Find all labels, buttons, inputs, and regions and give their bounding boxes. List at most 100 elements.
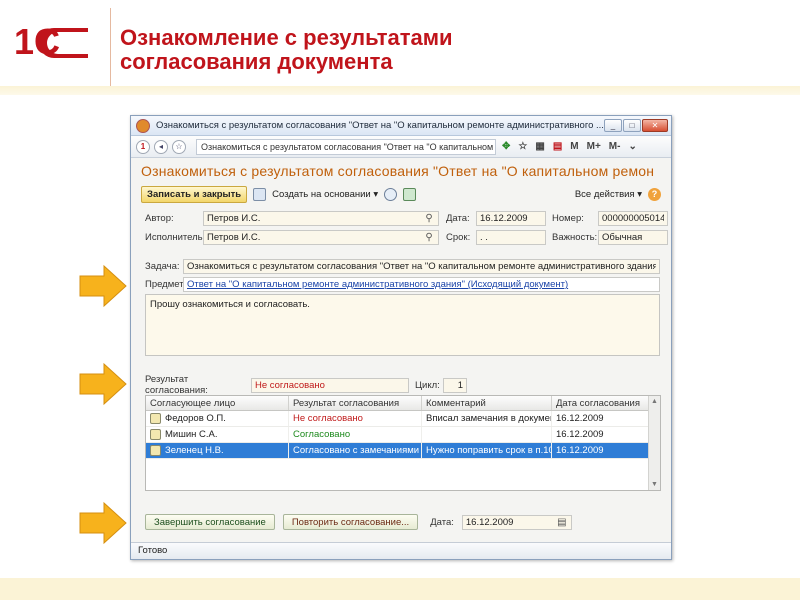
approver-name: Мишин С.А. [165,429,218,440]
1c-logo-icon: 1С [14,22,88,62]
all-actions-button[interactable]: Все действия ▾ [575,189,642,200]
help-icon[interactable]: ? [648,187,661,201]
column-header[interactable]: Дата согласования [552,396,649,410]
close-button[interactable]: ✕ [642,119,668,132]
approval-date: 16.12.2009 [552,427,649,442]
footer-row: Завершить согласование Повторить согласо… [145,514,572,530]
maximize-button[interactable]: □ [623,119,641,132]
result-row: Результат согласования: Не согласовано Ц… [145,374,467,396]
memory-plus-button[interactable]: M+ [587,141,601,152]
table-scrollbar[interactable]: ▲ ▼ [648,396,660,490]
slide-title-line2: согласования документа [120,49,393,74]
column-header[interactable]: Результат согласования [289,396,422,410]
minimize-button[interactable]: _ [604,119,622,132]
window-titlebar: Ознакомиться с результатом согласования … [131,116,671,136]
footer-date-field[interactable]: 16.12.2009 ▤ [461,514,572,530]
app-window: Ознакомиться с результатом согласования … [130,115,672,560]
result-value: Не согласовано [255,379,325,391]
approval-result: Согласовано с замечаниями [289,443,422,458]
date-field[interactable]: 16.12.2009 [476,211,546,226]
table-row-selected[interactable]: Зеленец Н.В. Согласовано с замечаниями Н… [146,443,660,459]
star-icon[interactable]: ☆ [172,139,186,154]
column-header[interactable]: Комментарий [422,396,552,410]
arrow-right-icon [79,362,127,406]
back-icon[interactable]: ◂ [154,139,168,154]
1c-menu-icon[interactable]: 1 [136,139,150,154]
scroll-down-icon[interactable]: ▼ [651,481,658,488]
cycle-label: Цикл: [415,379,440,391]
executor-value: Петров И.С. [207,232,261,243]
command-bar: Записать и закрыть Создать на основании … [131,183,671,205]
approval-comment [422,427,552,442]
favorites-icon[interactable]: ☆ [518,141,527,152]
form-title: Ознакомиться с результатом согласования … [141,163,655,179]
deadline-field[interactable]: . . [476,230,546,245]
result-label: Результат согласования: [145,374,208,396]
table-row[interactable]: Федоров О.П. Не согласовано Вписал замеч… [146,411,660,427]
memory-m-button[interactable]: M [570,141,578,152]
date-value: 16.12.2009 [480,213,528,224]
importance-label: Важность: [552,232,598,243]
task-value: Ознакомиться с результатом согласования … [187,261,656,272]
task-label: Задача: [145,261,180,272]
slide-title-line1: Ознакомление с результатами [120,25,453,50]
approval-date: 16.12.2009 [552,411,649,426]
calendar-icon[interactable]: ▤ [556,517,568,528]
description-textarea[interactable]: Прошу ознакомиться и согласовать. [145,294,660,356]
result-field[interactable]: Не согласовано [251,377,409,393]
approver-name: Зеленец Н.В. [165,445,224,456]
arrow-right-icon [79,501,127,545]
window-title: Ознакомиться с результатом согласования … [156,120,604,131]
status-text: Готово [138,545,168,556]
header-band [0,86,800,95]
approval-date: 16.12.2009 [552,443,649,458]
executor-field[interactable]: Петров И.С. ⚲ [203,230,439,245]
subject-label: Предмет: [145,279,187,290]
executor-label: Исполнитель: [145,232,206,243]
bottom-band [0,578,800,600]
save-close-button[interactable]: Записать и закрыть [141,185,248,203]
table-row[interactable]: Мишин С.А. Согласовано 16.12.2009 [146,427,660,443]
header-separator [110,8,111,86]
author-row: Автор: Петров И.С. ⚲ Дата: 16.12.2009 Но… [145,211,668,226]
approval-result: Согласовано [289,427,422,442]
deadline-label: Срок: [446,232,471,243]
link-icon[interactable]: ✥ [502,141,510,152]
repeat-approval-button[interactable]: Повторить согласование... [282,514,419,530]
person-icon [150,445,161,456]
person-icon [150,429,161,440]
create-based-button[interactable]: Создать на основании ▾ [272,189,378,200]
arrow-right-icon [79,264,127,308]
calculator-icon[interactable]: ▦ [535,141,544,152]
subject-link[interactable]: Ответ на "О капитальном ремонте админист… [187,279,656,290]
task-icon[interactable] [403,187,417,201]
author-field[interactable]: Петров И.С. ⚲ [203,211,439,226]
calendar-icon[interactable]: ▤ [553,141,562,152]
date-label: Дата: [446,213,470,224]
column-header[interactable]: Согласующее лицо [146,396,289,410]
subject-field[interactable]: Ответ на "О капитальном ремонте админист… [183,277,660,292]
scroll-up-icon[interactable]: ▲ [651,398,658,405]
address-field[interactable]: Ознакомиться с результатом согласования … [196,138,496,155]
importance-field[interactable]: Обычная [598,230,668,245]
search-icon[interactable]: ⚲ [423,213,435,224]
memory-minus-button[interactable]: M- [609,141,621,152]
task-row: Задача: Ознакомиться с результатом согла… [145,259,660,274]
executor-row: Исполнитель: Петров И.С. ⚲ Срок: . . Важ… [145,230,668,245]
history-icon[interactable] [384,187,398,201]
task-field[interactable]: Ознакомиться с результатом согласования … [183,259,660,274]
subject-row: Предмет: Ответ на "О капитальном ремонте… [145,277,660,292]
slide-header: 1С Ознакомление с результатами согласова… [0,0,800,95]
app-icon [136,118,150,133]
author-label: Автор: [145,213,174,224]
toolbar-more-icon[interactable]: ⌄ [628,141,636,152]
approval-comment: Вписал замечания в документ [422,411,552,426]
number-label: Номер: [552,213,584,224]
finish-approval-button[interactable]: Завершить согласование [145,514,275,530]
save-icon[interactable] [253,187,267,201]
status-bar: Готово [131,542,671,559]
search-icon[interactable]: ⚲ [423,232,435,243]
number-field[interactable]: 000000005014 [598,211,668,226]
approval-result: Не согласовано [289,411,422,426]
cycle-field[interactable]: 1 [443,377,467,393]
